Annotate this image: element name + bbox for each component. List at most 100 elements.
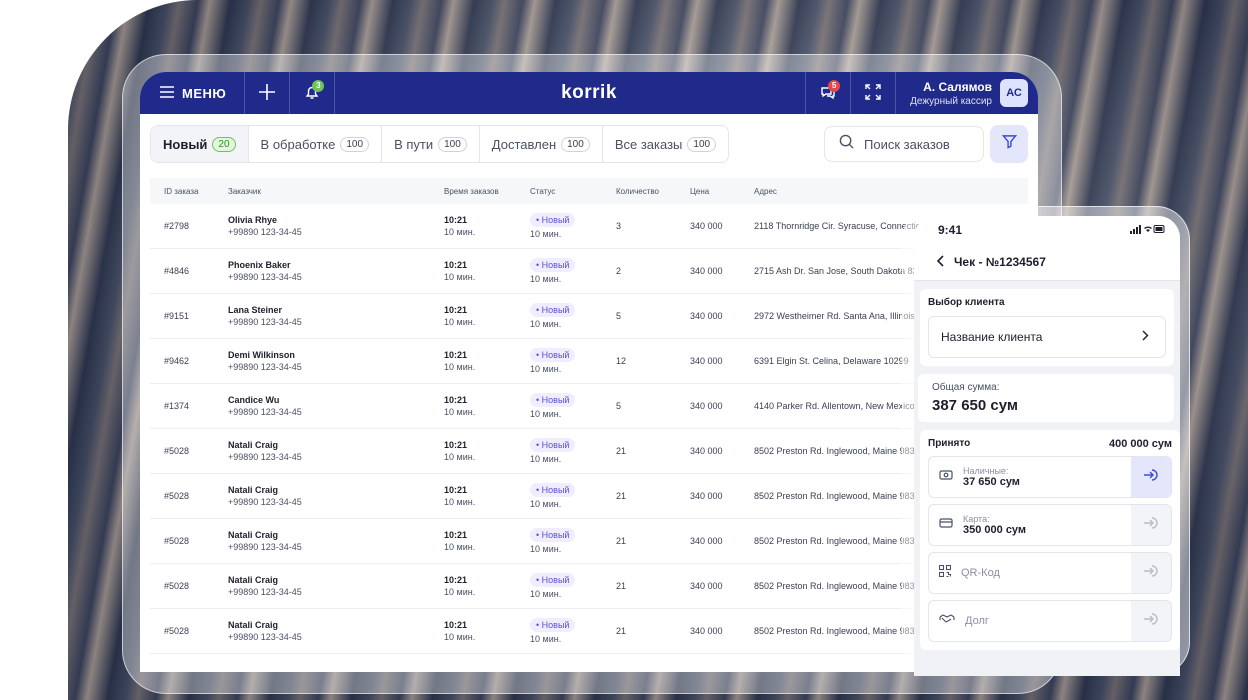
order-time-ago: 10 мин. bbox=[444, 317, 476, 327]
order-time: 10:21 bbox=[444, 575, 468, 585]
filter-button[interactable] bbox=[990, 125, 1028, 163]
order-time-ago: 10 мин. bbox=[444, 407, 476, 417]
status-cell: • Новый 10 мин. bbox=[516, 563, 602, 609]
table-row[interactable]: #1374 Candice Wu +99890 123-34-45 10:21 10 м… bbox=[150, 383, 1028, 429]
price: 340 000 bbox=[676, 338, 740, 384]
enter-icon bbox=[1143, 468, 1159, 487]
phone-receipt-screen: 9:41 Чек - №1234567 Выбор клиента Назван… bbox=[914, 216, 1180, 676]
customer-phone: +99890 123-34-45 bbox=[228, 227, 302, 237]
quantity: 12 bbox=[602, 338, 676, 384]
receipt-title: Чек - №1234567 bbox=[954, 255, 1046, 269]
customer-cell: Natali Craig +99890 123-34-45 bbox=[214, 563, 430, 609]
table-row[interactable]: #5028 Natali Craig +99890 123-34-45 10:21 10… bbox=[150, 608, 1028, 654]
client-section: Выбор клиента Название клиента bbox=[920, 289, 1174, 366]
table-row[interactable]: #5028 Natali Craig +99890 123-34-45 10:21 10… bbox=[150, 473, 1028, 519]
customer-cell: Phoenix Baker +99890 123-34-45 bbox=[214, 248, 430, 294]
back-icon[interactable] bbox=[936, 254, 944, 270]
menu-button[interactable]: МЕНЮ bbox=[140, 72, 246, 114]
enter-icon bbox=[1143, 612, 1159, 631]
customer-name: Natali Craig bbox=[228, 485, 279, 495]
table-row[interactable]: #5028 Natali Craig +99890 123-34-45 10:21 10… bbox=[150, 563, 1028, 609]
quantity: 5 bbox=[602, 383, 676, 429]
status-cell: • Новый 10 мин. bbox=[516, 473, 602, 519]
tab-label: В пути bbox=[394, 136, 434, 152]
price: 340 000 bbox=[676, 248, 740, 294]
client-placeholder: Название клиента bbox=[941, 330, 1043, 344]
fill-qr-button[interactable] bbox=[1131, 553, 1171, 593]
add-button[interactable] bbox=[245, 72, 291, 114]
fill-cash-button[interactable] bbox=[1131, 457, 1171, 497]
order-id: #5028 bbox=[150, 563, 214, 609]
col-status: Статус bbox=[516, 178, 602, 204]
order-time-ago: 10 мин. bbox=[444, 497, 476, 507]
col-quantity: Количество bbox=[602, 178, 676, 204]
tab-processing[interactable]: В обработке 100 bbox=[249, 126, 383, 162]
accepted-value: 400 000 сум bbox=[1108, 438, 1172, 450]
table-row[interactable]: #9151 Lana Steiner +99890 123-34-45 10:21 10… bbox=[150, 293, 1028, 339]
notifications-badge: 3 bbox=[312, 80, 325, 92]
table-row[interactable]: #2798 Olivia Rhye +99890 123-34-45 10:21 10 … bbox=[150, 204, 1028, 249]
tab-delivered[interactable]: Доставлен 100 bbox=[480, 126, 603, 162]
customer-name: Olivia Rhye bbox=[228, 215, 278, 225]
customer-name: Phoenix Baker bbox=[228, 260, 291, 270]
customer-name: Natali Craig bbox=[228, 620, 279, 630]
customer-phone: +99890 123-34-45 bbox=[228, 587, 302, 597]
messages-button[interactable]: 5 bbox=[805, 72, 850, 114]
notifications-button[interactable]: 3 bbox=[290, 72, 336, 114]
col-customer: Заказчик bbox=[214, 178, 430, 204]
customer-phone: +99890 123-34-45 bbox=[228, 632, 302, 642]
status-badge: • Новый bbox=[530, 438, 576, 452]
table-row[interactable]: #4846 Phoenix Baker +99890 123-34-45 10:21 1… bbox=[150, 248, 1028, 294]
quantity: 21 bbox=[602, 428, 676, 474]
status-cell: • Новый 10 мин. bbox=[516, 338, 602, 384]
payment-label: Карта: bbox=[963, 514, 990, 524]
payment-card[interactable]: Карта: 350 000 сум bbox=[928, 504, 1172, 546]
fullscreen-button[interactable] bbox=[850, 72, 895, 114]
quantity: 2 bbox=[602, 248, 676, 294]
payment-value: 37 650 сум bbox=[963, 476, 1020, 488]
payment-value: 350 000 сум bbox=[963, 524, 1027, 536]
tab-label: В обработке bbox=[260, 136, 336, 152]
order-time-ago: 10 мин. bbox=[444, 542, 476, 552]
customer-cell: Olivia Rhye +99890 123-34-45 bbox=[214, 204, 430, 249]
status-cell: • Новый 10 мин. bbox=[516, 428, 602, 474]
status-cell: • Новый 10 мин. bbox=[516, 204, 602, 249]
client-select-button[interactable]: Название клиента bbox=[928, 316, 1166, 358]
customer-phone: +99890 123-34-45 bbox=[228, 272, 302, 282]
status-icons bbox=[1130, 223, 1166, 237]
status-badge: • Новый bbox=[530, 393, 576, 407]
price: 340 000 bbox=[676, 383, 740, 429]
payment-debt[interactable]: Долг bbox=[928, 600, 1172, 642]
handshake-icon bbox=[939, 612, 955, 630]
search-input[interactable] bbox=[862, 135, 976, 153]
tab-count: 20 bbox=[212, 136, 236, 152]
table-row[interactable]: #9462 Demi Wilkinson +99890 123-34-45 10:21… bbox=[150, 338, 1028, 384]
fill-debt-button[interactable] bbox=[1131, 601, 1171, 641]
customer-cell: Demi Wilkinson +99890 123-34-45 bbox=[214, 338, 430, 384]
menu-label: МЕНЮ bbox=[182, 85, 227, 101]
col-order-time: Время заказов bbox=[430, 178, 516, 204]
tab-new[interactable]: Новый 20 bbox=[151, 126, 249, 162]
payment-cash[interactable]: Наличные: 37 650 сум bbox=[928, 456, 1172, 498]
tab-all-orders[interactable]: Все заказы 100 bbox=[603, 126, 728, 162]
status-cell: • Новый 10 мин. bbox=[516, 383, 602, 429]
status-time-ago: 10 мин. bbox=[530, 274, 562, 284]
price: 340 000 bbox=[676, 204, 740, 249]
table-row[interactable]: #5028 Natali Craig +99890 123-34-45 10:21 10… bbox=[150, 518, 1028, 564]
user-name: А. Салямов bbox=[923, 79, 992, 94]
price: 340 000 bbox=[676, 428, 740, 474]
customer-phone: +99890 123-34-45 bbox=[228, 317, 302, 327]
status-time-ago: 10 мин. bbox=[530, 544, 562, 554]
table-row[interactable]: #5028 Natali Craig +99890 123-34-45 10:21 10… bbox=[150, 428, 1028, 474]
order-time: 10:21 bbox=[444, 530, 468, 540]
price: 340 000 bbox=[676, 518, 740, 564]
user-profile[interactable]: А. Салямов Дежурный кассир АС bbox=[895, 72, 1038, 114]
order-time-ago: 10 мин. bbox=[444, 362, 476, 372]
customer-cell: Natali Craig +99890 123-34-45 bbox=[214, 518, 430, 564]
customer-phone: +99890 123-34-45 bbox=[228, 542, 302, 552]
enter-icon bbox=[1143, 564, 1159, 583]
fill-card-button[interactable] bbox=[1131, 505, 1171, 545]
tab-in-transit[interactable]: В пути 100 bbox=[382, 126, 480, 162]
payment-qr[interactable]: QR-Код bbox=[928, 552, 1172, 594]
order-time-ago: 10 мин. bbox=[444, 272, 476, 282]
